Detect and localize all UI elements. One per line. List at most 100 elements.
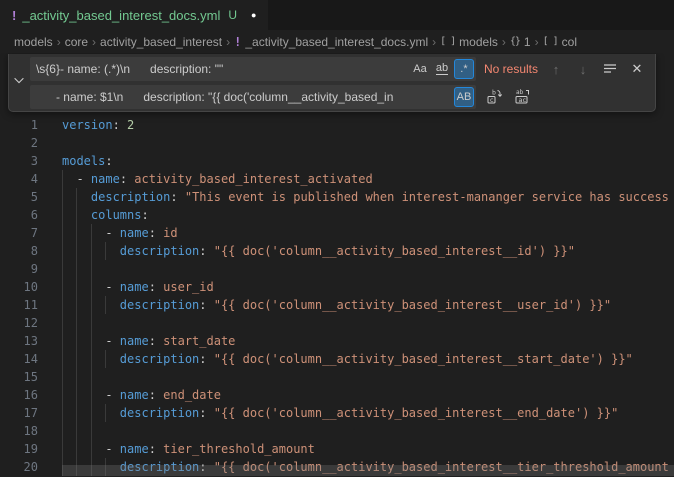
breadcrumb-item-_activity_based_interest_docs.yml[interactable]: ! _activity_based_interest_docs.yml: [234, 35, 428, 49]
code-line-19: 19 - name: tier_threshold_amount: [0, 440, 674, 458]
regex-toggle[interactable]: .*: [454, 59, 474, 79]
code-line-4: 4 - name: activity_based_interest_activa…: [0, 170, 674, 188]
replace-button[interactable]: b c: [484, 87, 504, 107]
match-case-toggle[interactable]: Aa: [410, 59, 430, 79]
code-line-15: 15: [0, 368, 674, 386]
breadcrumb-separator: ›: [432, 35, 436, 49]
horizontal-scrollbar[interactable]: [62, 465, 674, 476]
breadcrumb-separator: ›: [57, 35, 61, 49]
svg-text:c: c: [490, 95, 494, 103]
line-number: 4: [0, 170, 38, 188]
toggle-replace-button[interactable]: [9, 54, 30, 111]
code-line-7: 7 - name: id: [0, 224, 674, 242]
find-row: \s{6}- name: (.*)\n description: "" Aa a…: [30, 57, 649, 81]
line-number: 3: [0, 152, 38, 170]
breadcrumb: models › core › activity_based_interest ›! _ac…: [0, 30, 674, 53]
line-number: 16: [0, 386, 38, 404]
line-number: 11: [0, 296, 38, 314]
line-number: 20: [0, 458, 38, 476]
replace-all-icon: ab ac: [514, 88, 530, 107]
breadcrumb-item-models[interactable]: models: [14, 35, 53, 49]
yaml-file-icon: !: [234, 35, 241, 49]
line-number: 1: [0, 116, 38, 134]
line-number: 19: [0, 440, 38, 458]
breadcrumb-separator: ›: [226, 35, 230, 49]
line-number: 2: [0, 134, 38, 152]
indent-guide: [62, 314, 63, 332]
breadcrumb-label: 1: [524, 35, 531, 49]
code-line-3: 3models:: [0, 152, 674, 170]
line-number: 14: [0, 350, 38, 368]
breadcrumb-item-col[interactable]: [ ]col: [543, 35, 577, 49]
line-number: 6: [0, 206, 38, 224]
svg-text:ac: ac: [518, 95, 526, 103]
symbol-array-icon: [ ]: [440, 36, 455, 47]
replace-all-button[interactable]: ab ac: [512, 87, 532, 107]
indent-guide: [62, 260, 63, 278]
line-number: 17: [0, 404, 38, 422]
code-line-12: 12: [0, 314, 674, 332]
indent-guide: [76, 260, 77, 278]
find-input[interactable]: \s{6}- name: (.*)\n description: "" Aa a…: [30, 57, 476, 81]
code-line-6: 6 columns:: [0, 206, 674, 224]
next-match-button[interactable]: ↓: [573, 59, 593, 79]
tab-title: _activity_based_interest_docs.yml: [22, 8, 220, 23]
code-line-9: 9: [0, 260, 674, 278]
line-number: 13: [0, 332, 38, 350]
line-number: 9: [0, 260, 38, 278]
symbol-object-icon: {}: [510, 36, 520, 47]
breadcrumb-label: models: [459, 35, 498, 49]
replace-input[interactable]: - name: $1\n description: "{{ doc('colum…: [30, 85, 476, 109]
breadcrumb-item-core[interactable]: core: [65, 35, 88, 49]
line-number: 15: [0, 368, 38, 386]
breadcrumb-item-1[interactable]: {} 1: [510, 35, 531, 49]
replace-row: - name: $1\n description: "{{ doc('colum…: [30, 85, 649, 109]
code-line-17: 17 description: "{{ doc('column__activit…: [0, 404, 674, 422]
code-line-11: 11 description: "{{ doc('column__activit…: [0, 296, 674, 314]
replace-icon: b c: [486, 88, 502, 107]
previous-match-button[interactable]: ↑: [546, 59, 566, 79]
close-find-button[interactable]: ✕: [627, 59, 647, 79]
code-line-13: 13 - name: start_date: [0, 332, 674, 350]
indent-guide: [91, 422, 92, 440]
yaml-file-icon: !: [12, 8, 16, 23]
code-line-8: 8 description: "{{ doc('column__activity…: [0, 242, 674, 260]
code-line-5: 5 description: "This event is published …: [0, 188, 674, 206]
indent-guide: [62, 368, 63, 386]
indent-guide: [91, 260, 92, 278]
code-area[interactable]: 1version: 223models:4 - name: activity_b…: [0, 53, 674, 476]
line-number: 10: [0, 278, 38, 296]
find-replace-widget: \s{6}- name: (.*)\n description: "" Aa a…: [8, 54, 656, 112]
code-line-18: 18: [0, 422, 674, 440]
vscode-window: ! _activity_based_interest_docs.yml U ● …: [0, 0, 674, 477]
breadcrumb-item-models[interactable]: [ ] models: [440, 35, 498, 49]
indent-guide: [62, 422, 63, 440]
line-number: 8: [0, 242, 38, 260]
breadcrumb-separator: ›: [502, 35, 506, 49]
indent-guide: [76, 368, 77, 386]
breadcrumb-label: _activity_based_interest_docs.yml: [245, 35, 428, 49]
whole-word-toggle[interactable]: ab: [432, 59, 452, 79]
indent-guide: [76, 314, 77, 332]
breadcrumb-separator: ›: [92, 35, 96, 49]
breadcrumb-separator: ›: [535, 35, 539, 49]
symbol-array-icon: [ ]: [543, 36, 558, 47]
code-line-2: 2: [0, 134, 674, 152]
breadcrumb-label: core: [65, 35, 88, 49]
tab-activity-docs[interactable]: ! _activity_based_interest_docs.yml U ●: [0, 0, 268, 30]
modified-dot-icon[interactable]: ●: [251, 10, 256, 20]
preserve-case-toggle[interactable]: AB: [454, 87, 474, 107]
find-in-selection-toggle[interactable]: [600, 59, 620, 79]
tab-bar: ! _activity_based_interest_docs.yml U ●: [0, 0, 674, 30]
git-status-badge: U: [228, 8, 237, 22]
code-line-10: 10 - name: user_id: [0, 278, 674, 296]
indent-guide: [91, 314, 92, 332]
code-line-1: 1version: 2: [0, 116, 674, 134]
indent-guide: [91, 368, 92, 386]
breadcrumb-label: models: [14, 35, 53, 49]
chevron-down-icon: [12, 73, 26, 92]
find-results-count: No results: [484, 62, 538, 76]
selection-lines-icon: [602, 60, 618, 79]
editor[interactable]: \s{6}- name: (.*)\n description: "" Aa a…: [0, 53, 674, 477]
breadcrumb-item-activity_based_interest[interactable]: activity_based_interest: [100, 35, 222, 49]
